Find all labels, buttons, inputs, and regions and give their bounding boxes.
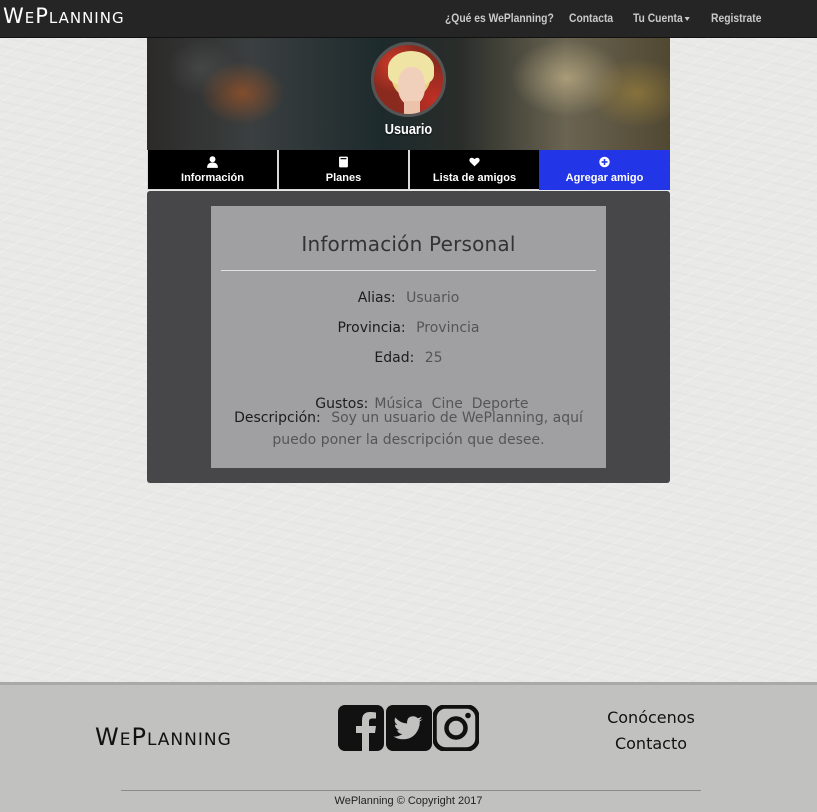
- plus-circle-icon: [599, 156, 610, 168]
- nav-link-tu-cuenta[interactable]: Tu Cuenta: [633, 11, 690, 25]
- nav-link-que-es[interactable]: ¿Qué es WePlanning?: [445, 11, 554, 25]
- footer-brand[interactable]: WePlanning: [95, 723, 232, 751]
- alias-row: Alias: Usuario: [211, 290, 606, 306]
- tab-label: Lista de amigos: [432, 172, 517, 184]
- user-icon: [207, 156, 218, 168]
- tab-label: Planes: [325, 172, 362, 184]
- tab-informacion[interactable]: Información: [147, 150, 278, 190]
- tab-agregar-amigo[interactable]: Agregar amigo: [539, 150, 670, 190]
- facebook-icon[interactable]: [338, 705, 384, 751]
- caret-down-icon: [684, 16, 690, 21]
- info-card: Información Personal Alias: Usuario Prov…: [211, 206, 606, 468]
- content-panel: Información Personal Alias: Usuario Prov…: [147, 191, 670, 483]
- edad-row: Edad: 25: [211, 350, 606, 366]
- tab-label: Información: [181, 172, 244, 184]
- provincia-row: Provincia: Provincia: [211, 320, 606, 336]
- alias-label: Alias:: [357, 290, 396, 306]
- nav-link-registrate[interactable]: Registrate: [711, 11, 761, 25]
- descripcion-label: Descripción:: [234, 410, 321, 426]
- nav-links: ¿Qué es WePlanning? Contacta Tu Cuenta R…: [0, 11, 817, 31]
- descripcion-row: Descripción: Soy un usuario de WePlannin…: [211, 407, 606, 451]
- copyright-text: WePlanning © Copyright 2017: [334, 795, 483, 807]
- tab-planes[interactable]: Planes: [278, 150, 409, 190]
- edad-value: 25: [424, 350, 443, 366]
- twitter-icon[interactable]: [386, 705, 432, 751]
- footer-link-contacto[interactable]: Contacto: [580, 731, 722, 757]
- profile-cover: Usuario: [147, 38, 670, 150]
- provincia-value: Provincia: [416, 320, 480, 336]
- footer-links: Conócenos Contacto: [580, 705, 722, 757]
- profile-username: Usuario: [384, 121, 433, 138]
- heart-icon: [469, 157, 480, 167]
- avatar: [371, 42, 446, 117]
- footer: WePlanning Conócenos Contacto WePlanning…: [0, 682, 817, 812]
- footer-divider: [121, 790, 701, 791]
- alias-value: Usuario: [406, 290, 460, 306]
- provincia-label: Provincia:: [337, 320, 406, 336]
- profile-tabs: Información Planes Lista de amigos Agreg…: [147, 150, 670, 190]
- footer-link-conocenos[interactable]: Conócenos: [580, 705, 722, 731]
- tab-lista-de-amigos[interactable]: Lista de amigos: [409, 150, 540, 190]
- nav-link-contacta[interactable]: Contacta: [569, 11, 613, 25]
- instagram-icon[interactable]: [433, 705, 479, 751]
- navbar: WePlanning ¿Qué es WePlanning? Contacta …: [0, 0, 817, 38]
- tab-label: Agregar amigo: [565, 172, 644, 184]
- edad-label: Edad:: [374, 350, 415, 366]
- divider: [221, 270, 596, 271]
- nav-link-tu-cuenta-label: Tu Cuenta: [633, 11, 683, 25]
- book-icon: [339, 156, 348, 168]
- info-title: Información Personal: [301, 232, 516, 256]
